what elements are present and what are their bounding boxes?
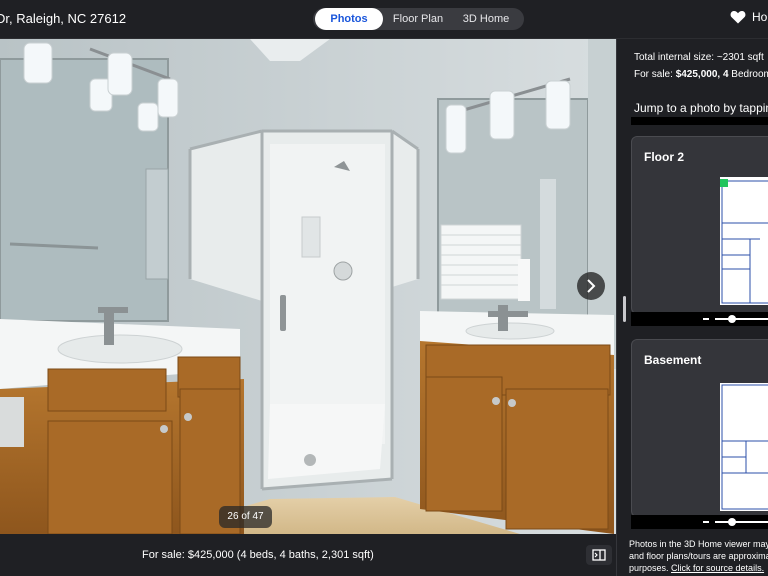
internal-size-text: Total internal size: ~2301 sqft	[634, 52, 764, 63]
panel-resize-handle[interactable]	[623, 296, 626, 322]
floor-plan-sidebar[interactable]: Total internal size: ~2301 sqft For sale…	[616, 39, 768, 576]
tab-floor-plan[interactable]: Floor Plan	[387, 8, 449, 30]
listing-summary: For sale: $425,000 (4 beds, 4 baths, 2,3…	[142, 549, 374, 561]
source-details-link[interactable]: Click for source details.	[671, 563, 764, 573]
previous-floor-slider[interactable]	[631, 117, 768, 125]
toggle-panel-button[interactable]	[586, 545, 612, 565]
photo-counter: 26 of 47	[219, 506, 272, 528]
listing-photo[interactable]: 26 of 47	[0, 39, 616, 534]
floor-2-plan-image[interactable]	[720, 177, 768, 305]
bathroom-photo-image	[0, 39, 616, 534]
heart-icon	[730, 10, 746, 24]
next-photo-button[interactable]	[577, 272, 605, 300]
floor-card-basement[interactable]: Basement	[631, 339, 768, 517]
save-home-button[interactable]: Ho	[730, 10, 767, 24]
tab-photos[interactable]: Photos	[315, 8, 383, 30]
floor-title: Basement	[644, 353, 702, 367]
disclaimer-text: Photos in the 3D Home viewer may and flo…	[629, 539, 768, 573]
chevron-right-icon	[587, 279, 596, 293]
sale-info-text: For sale: $425,000, 4 Bedroom	[634, 69, 768, 80]
floor-card-floor-2[interactable]: Floor 2	[631, 136, 768, 314]
save-home-label: Ho	[752, 10, 768, 24]
basement-plan-image[interactable]	[720, 383, 768, 511]
basement-photo-slider[interactable]	[631, 515, 768, 529]
panel-toggle-icon	[592, 549, 606, 561]
view-tabs: Photos Floor Plan 3D Home	[313, 8, 524, 30]
jump-instruction: Jump to a photo by tapping	[634, 101, 768, 115]
bottom-bar: For sale: $425,000 (4 beds, 4 baths, 2,3…	[0, 534, 616, 576]
floor-2-photo-slider[interactable]	[631, 312, 768, 326]
tab-3d-home[interactable]: 3D Home	[453, 8, 519, 30]
floor-title: Floor 2	[644, 150, 685, 164]
top-bar: Dr, Raleigh, NC 27612 Photos Floor Plan …	[0, 0, 768, 39]
listing-address: Dr, Raleigh, NC 27612	[0, 11, 127, 26]
